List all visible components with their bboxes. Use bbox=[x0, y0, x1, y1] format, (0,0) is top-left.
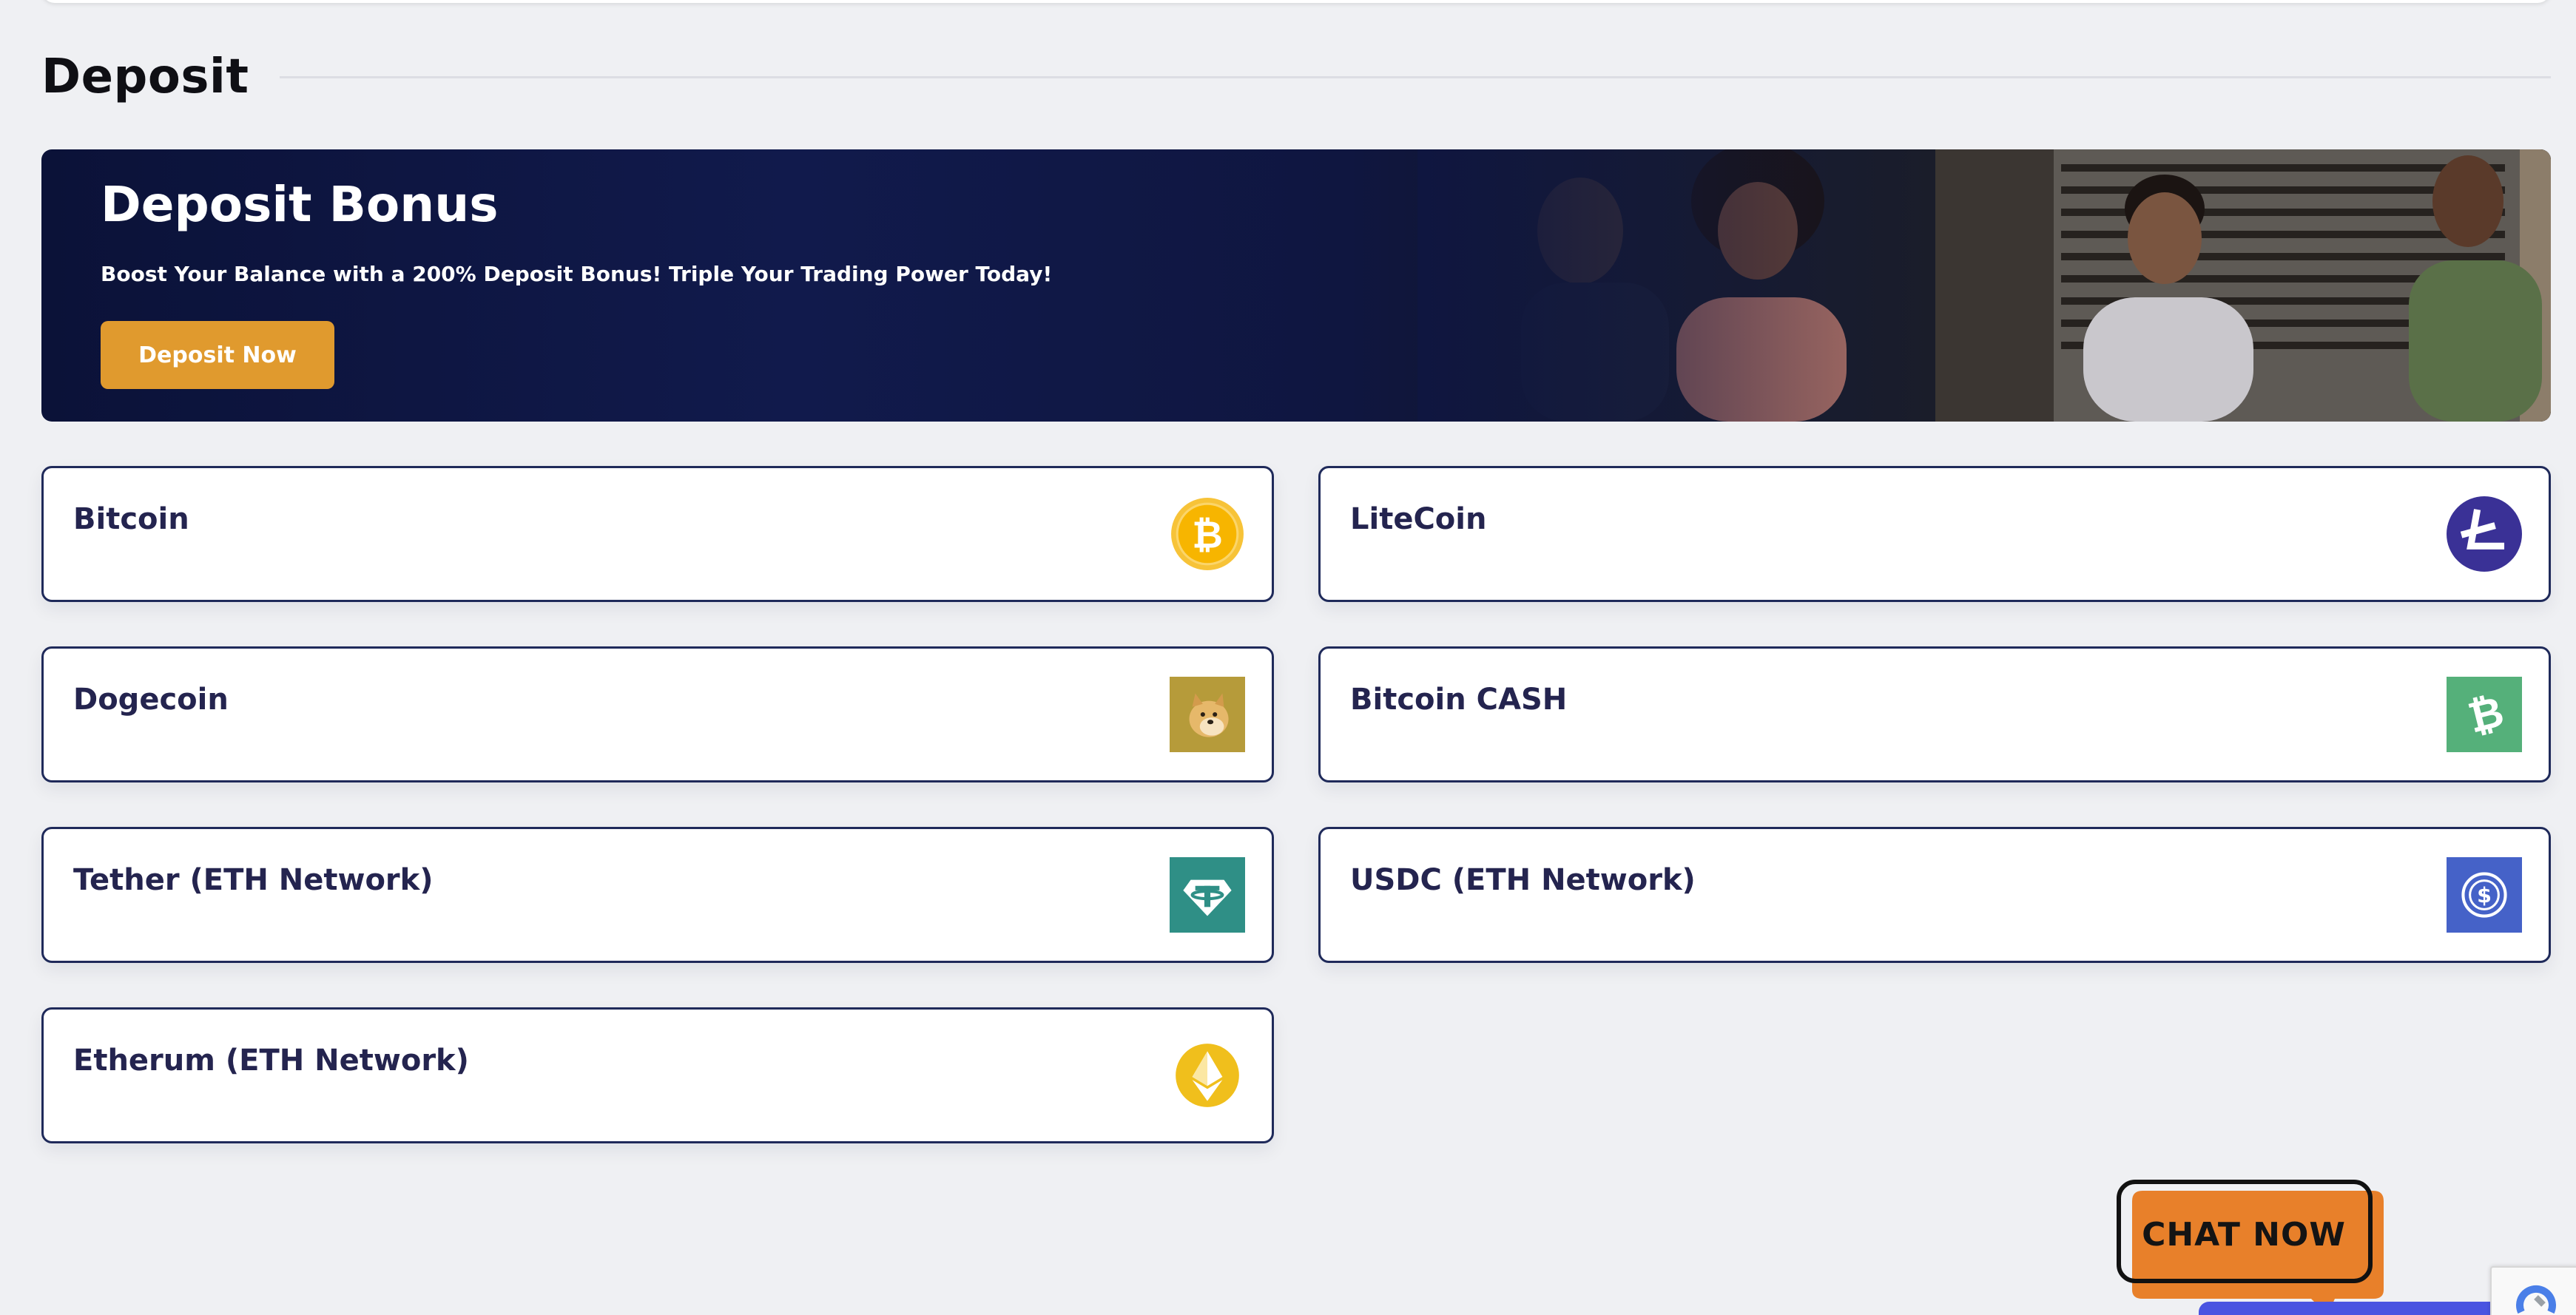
usdc-icon: $ bbox=[2447, 857, 2522, 933]
ethereum-icon bbox=[1176, 1044, 1239, 1107]
tether-icon bbox=[1170, 857, 1245, 933]
chat-now-label: CHAT NOW bbox=[2142, 1216, 2346, 1254]
method-label: USDC (ETH Network) bbox=[1350, 863, 1696, 897]
deposit-method-tether[interactable]: Tether (ETH Network) bbox=[41, 827, 1274, 963]
deposit-method-ethereum[interactable]: Etherum (ETH Network) bbox=[41, 1007, 1274, 1143]
method-label: Bitcoin bbox=[73, 502, 189, 536]
recaptcha-badge[interactable] bbox=[2490, 1266, 2576, 1315]
method-label: Etherum (ETH Network) bbox=[73, 1044, 469, 1078]
section-divider bbox=[280, 75, 2551, 78]
deposit-bonus-banner: Deposit Bonus Boost Your Balance with a … bbox=[41, 149, 2551, 422]
method-label: LiteCoin bbox=[1350, 502, 1487, 536]
section-header: Deposit bbox=[41, 41, 2551, 112]
dogecoin-icon bbox=[1170, 677, 1245, 752]
method-label: Tether (ETH Network) bbox=[73, 863, 434, 897]
deposit-method-usdc[interactable]: USDC (ETH Network) $ bbox=[1318, 827, 2551, 963]
deposit-method-bitcoin-cash[interactable]: Bitcoin CASH ₿ bbox=[1318, 646, 2551, 782]
svg-text:₿: ₿ bbox=[1192, 513, 1223, 557]
bitcoin-cash-icon: ₿ bbox=[2447, 677, 2522, 752]
top-card bbox=[41, 0, 2551, 3]
deposit-method-dogecoin[interactable]: Dogecoin bbox=[41, 646, 1274, 782]
litecoin-icon bbox=[2447, 496, 2522, 572]
svg-text:$: $ bbox=[2477, 882, 2492, 907]
deposit-now-button[interactable]: Deposit Now bbox=[101, 321, 334, 389]
deposit-method-litecoin[interactable]: LiteCoin bbox=[1318, 466, 2551, 602]
method-label: Bitcoin CASH bbox=[1350, 683, 1568, 717]
banner-title: Deposit Bonus bbox=[101, 176, 499, 233]
recaptcha-icon bbox=[2516, 1285, 2556, 1314]
method-label: Dogecoin bbox=[73, 683, 229, 717]
section-title: Deposit bbox=[41, 50, 249, 104]
deposit-page: Deposit Deposit Bonus Boost Your Balance… bbox=[0, 0, 2576, 1315]
banner-subtitle: Boost Your Balance with a 200% Deposit B… bbox=[101, 262, 1053, 286]
deposit-method-bitcoin[interactable]: Bitcoin ₿ bbox=[41, 466, 1274, 602]
chat-now-button[interactable]: CHAT NOW bbox=[2116, 1179, 2387, 1315]
bitcoin-icon: ₿ bbox=[1171, 498, 1244, 570]
banner-photo-fade bbox=[1417, 149, 1935, 422]
